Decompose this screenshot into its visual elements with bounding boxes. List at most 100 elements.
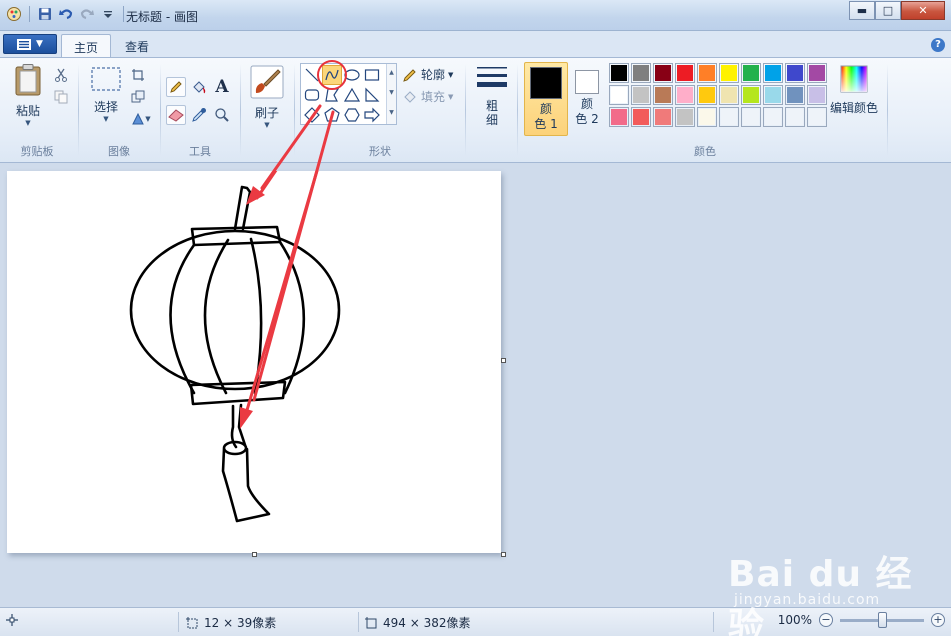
palette-swatch[interactable] [609,63,629,83]
selection-size-icon [186,616,198,628]
cut-icon[interactable] [51,65,71,85]
zoom-in-button[interactable]: + [931,613,945,627]
triangle-shape-icon[interactable] [342,85,362,105]
fill-button[interactable]: 填充 ▼ [402,88,453,105]
text-tool-icon[interactable]: A [212,77,232,97]
rounded-rectangle-shape-icon[interactable] [302,85,322,105]
palette-swatch[interactable] [631,85,651,105]
palette-swatch[interactable] [741,63,761,83]
palette-swatch[interactable] [675,85,695,105]
palette-swatch[interactable] [675,107,695,127]
palette-swatch[interactable] [741,85,761,105]
crop-icon[interactable] [128,65,148,85]
select-rectangle-icon [91,67,121,91]
diamond-shape-icon[interactable] [302,105,322,125]
palette-swatch[interactable] [697,63,717,83]
pencil-icon[interactable] [166,77,186,97]
size-label: 粗 细 [485,99,498,127]
group-divider [465,64,466,156]
save-icon[interactable] [37,6,53,22]
palette-swatch[interactable] [785,63,805,83]
color2-button[interactable]: 颜 色 2 [565,62,609,136]
select-button[interactable]: 选择 ▼ [86,65,126,123]
ribbon-tab-row: ▼ 主页 查看 ? [0,31,951,57]
status-bar: 12 × 39像素 494 × 382像素 100% − + [0,607,951,636]
paint-app-icon[interactable] [6,6,22,22]
help-icon[interactable]: ? [931,38,945,52]
palette-swatch[interactable] [719,85,739,105]
color1-button[interactable]: 颜 色 1 [524,62,568,136]
palette-swatch[interactable] [697,107,717,127]
tab-view[interactable]: 查看 [113,34,161,57]
palette-swatch[interactable] [653,85,673,105]
right-triangle-shape-icon[interactable] [362,85,382,105]
customize-qat-icon[interactable] [100,6,116,22]
tools-group: A 工具 [164,61,236,161]
eraser-icon[interactable] [166,105,186,125]
rectangle-shape-icon[interactable] [362,65,382,85]
palette-swatch[interactable] [697,85,717,105]
size-button[interactable]: 粗 细 [472,64,512,127]
edit-colors-button[interactable]: 编辑颜色 [828,64,880,116]
maximize-button[interactable]: □ [875,1,901,20]
palette-swatch[interactable] [807,85,827,105]
outline-button[interactable]: 轮廓 ▼ [402,66,453,83]
tab-home[interactable]: 主页 [61,34,112,57]
palette-swatch[interactable] [719,63,739,83]
paste-button[interactable]: 粘贴 ▼ [8,63,48,127]
palette-swatch[interactable] [785,85,805,105]
hexagon-shape-icon[interactable] [342,105,362,125]
zoom-out-button[interactable]: − [819,613,833,627]
magnifier-icon[interactable] [212,105,232,125]
paste-label: 粘贴 [15,104,40,118]
palette-swatch[interactable] [653,107,673,127]
undo-icon[interactable] [58,6,74,22]
paint-menu-button[interactable]: ▼ [3,34,57,54]
selection-size: 12 × 39像素 [186,614,276,631]
palette-swatch[interactable] [741,107,761,127]
pentagon-shape-icon[interactable] [322,105,342,125]
canvas-resize-handle-right[interactable] [501,358,506,363]
minimize-button[interactable]: ▬ [849,1,875,20]
image-group: 选择 ▼ ▼ 图像 [82,61,156,161]
palette-swatch[interactable] [763,85,783,105]
resize-icon[interactable] [128,87,148,107]
window-title: 无标题 - 画图 [126,10,198,24]
redo-icon[interactable] [79,6,95,22]
group-divider [240,64,241,156]
scroll-up-icon[interactable]: ▲ [387,64,396,84]
palette-swatch[interactable] [609,85,629,105]
zoom-slider-thumb[interactable] [878,611,887,628]
scroll-down-icon[interactable]: ▼ [387,84,396,104]
brushes-label: 刷子 [254,106,279,120]
zoom-value: 100% [777,613,812,627]
color1-swatch [530,67,562,99]
palette-swatch[interactable] [785,107,805,127]
canvas-size-value: 494 × 382像素 [383,616,471,630]
canvas-resize-handle-corner[interactable] [501,552,506,557]
fill-bucket-icon[interactable] [189,77,209,97]
copy-icon[interactable] [51,87,71,107]
zoom-slider[interactable] [840,611,924,628]
palette-swatch[interactable] [631,107,651,127]
canvas-resize-handle-bottom[interactable] [252,552,257,557]
palette-swatch[interactable] [675,63,695,83]
brushes-button[interactable]: 刷子 ▼ [247,65,287,129]
chevron-down-icon: ▼ [25,119,31,127]
palette-swatch[interactable] [653,63,673,83]
palette-swatch[interactable] [609,107,629,127]
palette-swatch[interactable] [719,107,739,127]
rotate-button[interactable]: ▼ [128,109,154,129]
palette-swatch[interactable] [807,107,827,127]
palette-swatch[interactable] [763,107,783,127]
color-picker-icon[interactable] [189,105,209,125]
drawing-canvas[interactable] [7,104,501,553]
expand-gallery-icon[interactable]: ▼ [387,104,396,124]
close-button[interactable]: ✕ [901,1,945,20]
palette-swatch[interactable] [763,63,783,83]
palette-swatch[interactable] [631,63,651,83]
chevron-down-icon: ▼ [103,115,109,123]
shapes-gallery-scroll[interactable]: ▲ ▼ ▼ [386,64,396,124]
arrow-right-shape-icon[interactable] [362,105,382,125]
palette-swatch[interactable] [807,63,827,83]
